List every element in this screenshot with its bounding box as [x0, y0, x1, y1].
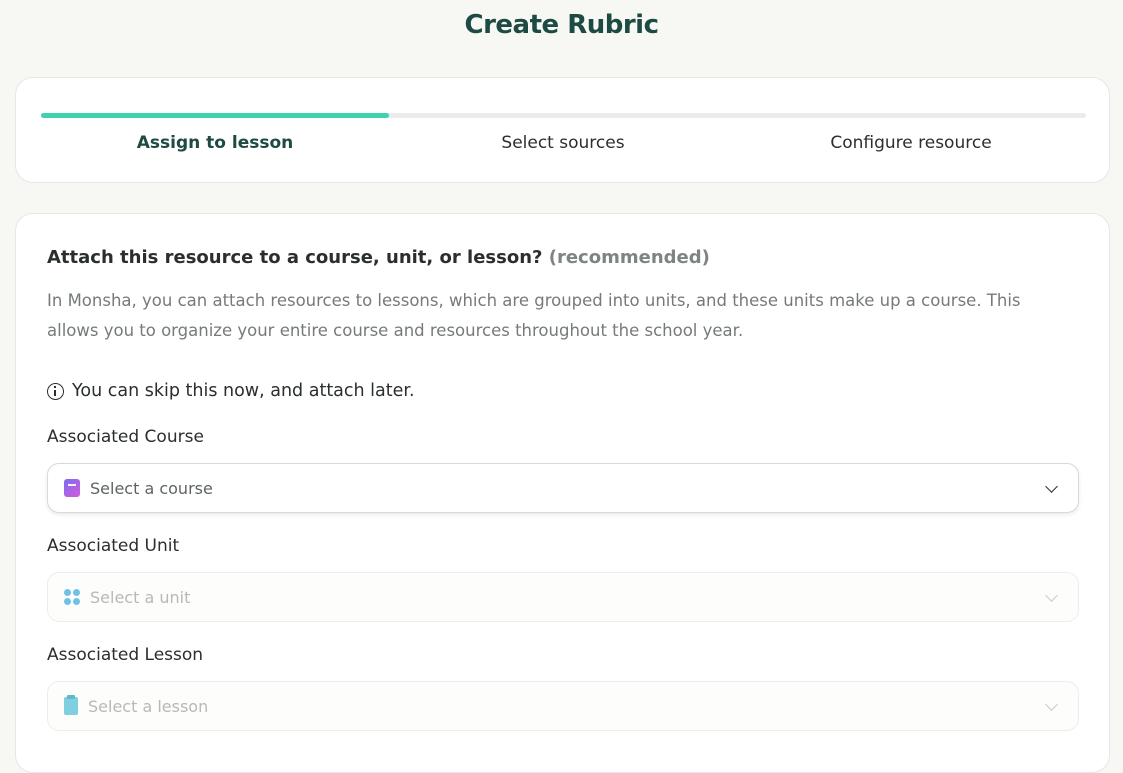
lesson-label: Associated Lesson: [47, 645, 204, 665]
stepper-card: Assign to lesson Select sources Configur…: [15, 77, 1110, 183]
skip-note: You can skip this now, and attach later.: [47, 381, 415, 401]
course-select[interactable]: Select a course: [47, 463, 1079, 513]
clipboard-icon: [64, 695, 78, 715]
notebook-icon: [64, 479, 80, 497]
step-assign-to-lesson[interactable]: Assign to lesson: [41, 133, 389, 153]
unit-select[interactable]: Select a unit: [47, 572, 1079, 622]
form-question: Attach this resource to a course, unit, …: [47, 247, 710, 268]
chevron-down-icon: [1045, 480, 1058, 493]
course-label: Associated Course: [47, 427, 204, 447]
skip-note-text: You can skip this now, and attach later.: [72, 381, 415, 401]
assign-form-card: Attach this resource to a course, unit, …: [15, 213, 1110, 773]
course-select-placeholder: Select a course: [90, 478, 213, 498]
step-select-sources[interactable]: Select sources: [389, 133, 737, 153]
unit-label: Associated Unit: [47, 536, 180, 556]
question-text: Attach this resource to a course, unit, …: [47, 247, 543, 268]
grid-dots-icon: [64, 589, 80, 605]
form-description: In Monsha, you can attach resources to l…: [47, 291, 1021, 340]
recommended-tag: (recommended): [548, 247, 710, 268]
step-configure-resource[interactable]: Configure resource: [737, 133, 1085, 153]
progress-fill: [41, 113, 389, 118]
progress-track: [41, 113, 1086, 118]
lesson-select-placeholder: Select a lesson: [88, 696, 209, 716]
chevron-down-icon: [1045, 698, 1058, 711]
lesson-select[interactable]: Select a lesson: [47, 681, 1079, 731]
page-title: Create Rubric: [464, 10, 659, 40]
info-icon: [47, 382, 64, 400]
chevron-down-icon: [1045, 589, 1058, 602]
unit-select-placeholder: Select a unit: [90, 587, 191, 607]
